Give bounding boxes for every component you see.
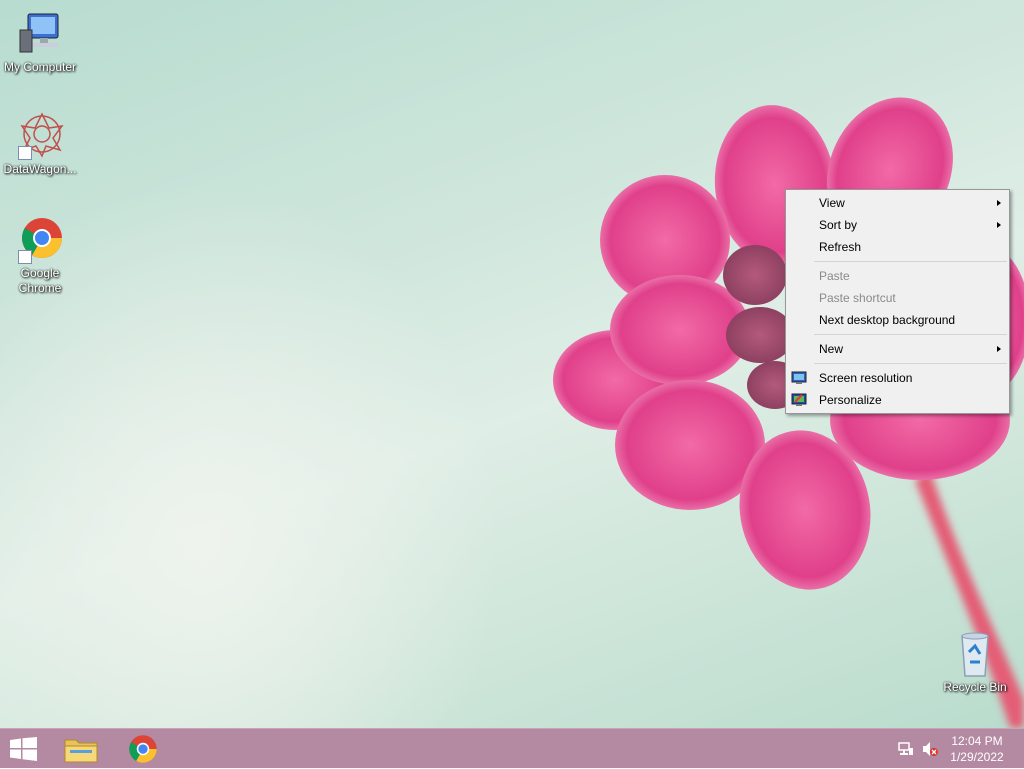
recycle-bin-icon (951, 630, 999, 678)
submenu-arrow-icon (997, 200, 1001, 206)
computer-icon (16, 10, 64, 58)
desktop-icon-label: Recycle Bin (943, 680, 1007, 694)
menu-item-label: Personalize (819, 393, 882, 407)
taskbar-file-explorer[interactable] (54, 729, 110, 769)
personalize-icon (791, 392, 807, 408)
menu-item-new[interactable]: New (786, 338, 1009, 360)
folder-icon (64, 739, 98, 763)
menu-separator (814, 334, 1007, 335)
menu-separator (814, 363, 1007, 364)
menu-item-label: Next desktop background (819, 313, 956, 327)
desktop-icon-google-chrome[interactable]: Google Chrome (0, 216, 80, 296)
desktop-icon-my-computer[interactable]: My Computer (0, 10, 80, 75)
desktop-icon-recycle-bin[interactable]: Recycle Bin (935, 630, 1015, 695)
submenu-arrow-icon (997, 346, 1001, 352)
taskbar-clock[interactable]: 12:04 PM 1/29/2022 (946, 733, 1008, 765)
menu-item-sort-by[interactable]: Sort by (786, 214, 1009, 236)
menu-separator (814, 261, 1007, 262)
menu-item-label: Screen resolution (819, 371, 913, 385)
menu-item-next-desktop-background[interactable]: Next desktop background (786, 309, 1009, 331)
menu-item-screen-resolution[interactable]: Screen resolution (786, 367, 1009, 389)
menu-item-label: Paste shortcut (819, 291, 896, 305)
taskbar-google-chrome[interactable] (116, 729, 172, 769)
menu-item-paste[interactable]: Paste (786, 265, 1009, 287)
shortcut-arrow-icon (18, 250, 32, 264)
desktop-icon-datawagon[interactable]: DataWagon... (0, 112, 80, 177)
chrome-icon (16, 216, 64, 264)
taskbar: 12:04 PM 1/29/2022 (0, 728, 1024, 768)
menu-item-view[interactable]: View (786, 192, 1009, 214)
screen-resolution-icon (791, 370, 807, 386)
desktop-icon-label: Google Chrome (18, 266, 62, 295)
desktop-context-menu: View Sort by Refresh Paste Paste shortcu… (785, 189, 1010, 414)
start-button[interactable] (0, 729, 56, 769)
desktop-icon-label: DataWagon... (3, 162, 77, 176)
menu-item-label: Refresh (819, 240, 862, 254)
network-icon[interactable] (898, 741, 914, 757)
menu-item-label: Paste (819, 269, 850, 283)
chrome-icon (129, 735, 157, 763)
clock-date: 1/29/2022 (950, 750, 1004, 764)
windows-logo-icon (10, 737, 37, 761)
desktop-icon-label: My Computer (3, 60, 77, 74)
volume-muted-icon[interactable] (922, 741, 938, 757)
submenu-arrow-icon (997, 222, 1001, 228)
menu-item-label: View (819, 196, 845, 210)
menu-item-label: New (819, 342, 844, 356)
menu-item-personalize[interactable]: Personalize (786, 389, 1009, 411)
datawagon-icon (16, 112, 64, 160)
menu-item-paste-shortcut[interactable]: Paste shortcut (786, 287, 1009, 309)
menu-item-label: Sort by (819, 218, 858, 232)
menu-item-refresh[interactable]: Refresh (786, 236, 1009, 258)
desktop[interactable]: My Computer DataWagon... Google Chrome R… (0, 0, 1024, 728)
clock-time: 12:04 PM (951, 734, 1003, 748)
shortcut-arrow-icon (18, 146, 32, 160)
